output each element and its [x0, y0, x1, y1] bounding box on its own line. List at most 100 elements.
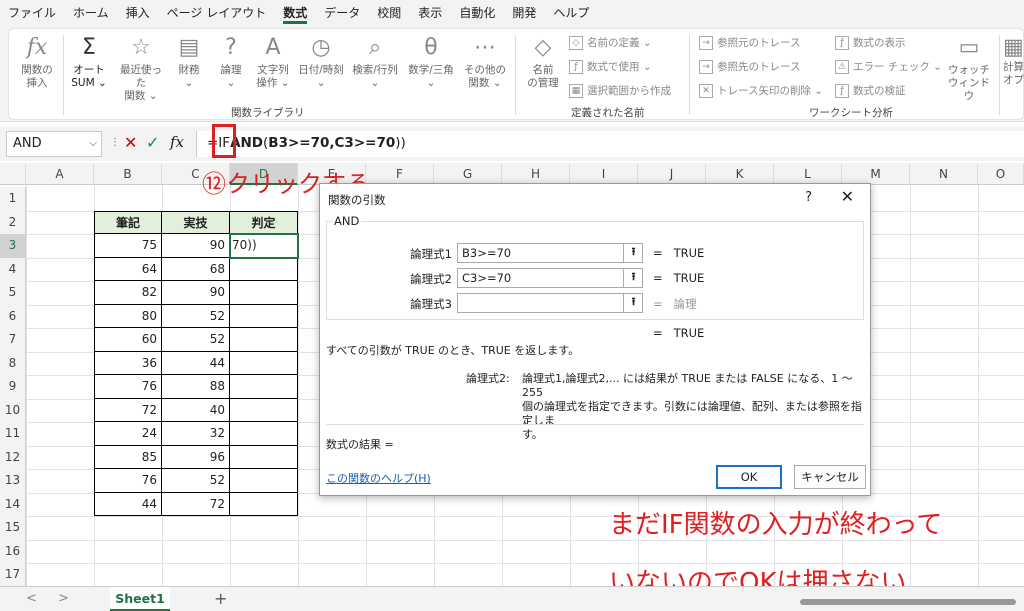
cancel-button[interactable]: キャンセル — [794, 465, 866, 489]
table-cell[interactable]: 24 — [94, 422, 162, 446]
table-cell[interactable]: 88 — [162, 375, 230, 399]
financial-button[interactable]: ▤ 財務 ⌄ — [167, 35, 211, 90]
table-cell[interactable] — [230, 351, 298, 375]
lookup-button[interactable]: ⌕ 検索/行列 ⌄ — [349, 35, 401, 90]
table-cell[interactable]: 80 — [94, 304, 162, 328]
next-sheet-icon[interactable]: > — [58, 591, 69, 606]
row-header[interactable]: 15 — [0, 516, 26, 540]
menu-item[interactable]: 校閲 — [377, 0, 401, 26]
row-header[interactable]: 13 — [0, 469, 26, 493]
chevron-down-icon[interactable]: ⌵ — [89, 132, 97, 156]
horizontal-scrollbar[interactable] — [800, 599, 1016, 605]
table-cell[interactable]: 68 — [162, 257, 230, 281]
table-cell[interactable]: 85 — [94, 445, 162, 469]
table-cell[interactable]: 36 — [94, 351, 162, 375]
table-cell[interactable]: 76 — [94, 469, 162, 493]
evaluate-formula-button[interactable]: ƒ 数式の検証 — [835, 83, 906, 98]
column-header[interactable]: H — [502, 163, 570, 185]
table-cell[interactable]: 40 — [162, 398, 230, 422]
table-cell[interactable]: 実技 — [162, 210, 230, 234]
autosum-button[interactable]: Σ オート SUM ⌄ — [67, 35, 111, 90]
column-header[interactable]: B — [94, 163, 162, 185]
column-header[interactable]: N — [910, 163, 978, 185]
row-header[interactable]: 2 — [0, 210, 26, 234]
column-header[interactable]: K — [706, 163, 774, 185]
table-cell[interactable] — [230, 492, 298, 516]
table-cell[interactable]: 44 — [94, 492, 162, 516]
arg1-input[interactable]: B3>=70 — [457, 243, 643, 263]
column-header[interactable]: O — [978, 163, 1024, 185]
help-icon[interactable]: ? — [805, 190, 812, 205]
table-cell[interactable] — [230, 422, 298, 446]
name-box[interactable]: AND ⌵ — [6, 131, 102, 157]
table-cell[interactable] — [230, 445, 298, 469]
row-header[interactable]: 9 — [0, 375, 26, 399]
menu-item[interactable]: ヘルプ — [553, 0, 589, 26]
table-cell[interactable]: 52 — [162, 304, 230, 328]
math-trig-button[interactable]: θ 数学/三角 ⌄ — [405, 35, 457, 90]
table-cell[interactable]: 72 — [162, 492, 230, 516]
insert-function-button[interactable]: fx 関数の 挿入 — [15, 35, 59, 90]
row-header[interactable]: 17 — [0, 563, 26, 587]
table-cell[interactable] — [230, 328, 298, 352]
table-cell[interactable]: 90 — [162, 234, 230, 258]
table-cell[interactable] — [230, 469, 298, 493]
menu-item[interactable]: 自動化 — [459, 0, 495, 26]
add-sheet-icon[interactable]: + — [214, 589, 227, 608]
row-header[interactable]: 5 — [0, 281, 26, 305]
menu-item[interactable]: 開発 — [512, 0, 536, 26]
menu-item[interactable]: ホーム — [73, 0, 109, 26]
close-icon[interactable]: ✕ — [841, 187, 854, 206]
row-header[interactable]: 3 — [0, 234, 26, 258]
table-cell[interactable]: 52 — [162, 469, 230, 493]
column-header[interactable]: L — [774, 163, 842, 185]
name-manager-button[interactable]: ◇ 名前 の管理 — [521, 35, 565, 90]
more-functions-button[interactable]: ⋯ その他の 関数 ⌄ — [461, 35, 509, 90]
table-cell[interactable] — [230, 375, 298, 399]
table-cell[interactable]: 32 — [162, 422, 230, 446]
column-header[interactable]: M — [842, 163, 910, 185]
row-header[interactable]: 16 — [0, 539, 26, 563]
table-cell[interactable]: 72 — [94, 398, 162, 422]
remove-arrows-button[interactable]: ✕ トレース矢印の削除 ⌄ — [699, 83, 823, 98]
table-cell[interactable] — [230, 304, 298, 328]
menu-item[interactable]: 挿入 — [126, 0, 150, 26]
row-header[interactable]: 14 — [0, 492, 26, 516]
table-cell[interactable]: 44 — [162, 351, 230, 375]
trace-dependents-button[interactable]: → 参照先のトレース — [699, 59, 800, 74]
error-check-button[interactable]: ⚠ エラー チェック ⌄ — [835, 59, 942, 74]
logical-button[interactable]: ? 論理 ⌄ — [209, 35, 253, 90]
define-name-button[interactable]: ◇ 名前の定義 ⌄ — [569, 35, 652, 50]
confirm-entry-icon[interactable]: ✓ — [146, 133, 159, 152]
cancel-entry-icon[interactable]: ✕ — [124, 133, 137, 152]
table-cell[interactable]: 52 — [162, 328, 230, 352]
row-header[interactable]: 12 — [0, 445, 26, 469]
show-formulas-button[interactable]: ƒ 数式の表示 — [835, 35, 906, 50]
table-cell[interactable]: 76 — [94, 375, 162, 399]
trace-precedents-button[interactable]: → 参照元のトレース — [699, 35, 800, 50]
row-header[interactable]: 10 — [0, 398, 26, 422]
menu-item[interactable]: 数式 — [283, 0, 308, 26]
create-from-selection-button[interactable]: ▦ 選択範囲から作成 — [569, 83, 671, 98]
prev-sheet-icon[interactable]: < — [26, 591, 37, 606]
select-all-corner[interactable] — [0, 163, 26, 185]
recent-functions-button[interactable]: ☆ 最近使った 関数 ⌄ — [115, 35, 167, 103]
arg2-input[interactable]: C3>=70 — [457, 268, 643, 288]
menu-item[interactable]: 表示 — [418, 0, 442, 26]
ok-button[interactable]: OK — [716, 465, 782, 489]
use-in-formula-button[interactable]: ƒ 数式で使用 ⌄ — [569, 59, 652, 74]
column-header[interactable]: J — [638, 163, 706, 185]
table-cell[interactable] — [230, 398, 298, 422]
column-header[interactable]: A — [26, 163, 94, 185]
column-header[interactable]: I — [570, 163, 638, 185]
column-header[interactable]: G — [434, 163, 502, 185]
collapse-arrow-icon[interactable]: ⭱ — [623, 268, 643, 288]
table-cell[interactable]: 96 — [162, 445, 230, 469]
fx-icon[interactable]: fx — [170, 133, 184, 151]
help-link[interactable]: この関数のヘルプ(H) — [326, 470, 431, 486]
row-header[interactable]: 6 — [0, 304, 26, 328]
row-header[interactable]: 7 — [0, 328, 26, 352]
table-cell[interactable]: 60 — [94, 328, 162, 352]
table-cell[interactable]: 判定 — [230, 210, 298, 234]
datetime-button[interactable]: ◷ 日付/時刻 ⌄ — [297, 35, 345, 90]
